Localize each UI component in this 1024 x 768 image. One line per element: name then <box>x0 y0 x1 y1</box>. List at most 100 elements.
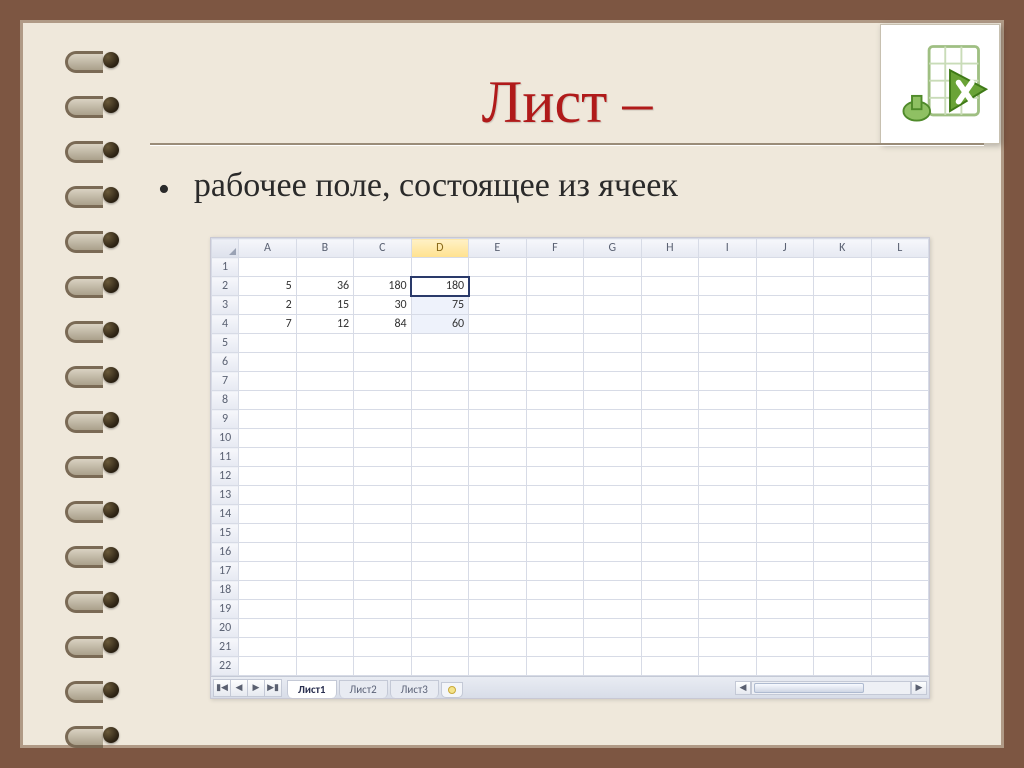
select-all-corner[interactable] <box>212 239 239 258</box>
column-header[interactable]: F <box>526 239 583 258</box>
cell[interactable] <box>354 486 411 505</box>
tab-nav-first-button[interactable]: ▮◀ <box>213 679 231 697</box>
cell[interactable] <box>699 581 756 600</box>
cell[interactable] <box>526 334 583 353</box>
cell[interactable] <box>814 619 871 638</box>
cell[interactable] <box>469 486 526 505</box>
cell[interactable] <box>526 467 583 486</box>
cell[interactable] <box>526 277 583 296</box>
cell[interactable] <box>814 600 871 619</box>
cell[interactable] <box>584 562 641 581</box>
cell[interactable] <box>296 657 353 676</box>
cell[interactable] <box>239 543 296 562</box>
cell[interactable] <box>584 258 641 277</box>
cell[interactable] <box>469 619 526 638</box>
cell[interactable] <box>239 258 296 277</box>
cell[interactable] <box>871 296 929 315</box>
cell[interactable] <box>296 448 353 467</box>
cell[interactable] <box>354 410 411 429</box>
cell[interactable] <box>526 562 583 581</box>
cell[interactable] <box>526 353 583 372</box>
cell[interactable] <box>584 581 641 600</box>
cell[interactable] <box>641 391 698 410</box>
cell[interactable]: 12 <box>296 315 353 334</box>
cell[interactable] <box>354 638 411 657</box>
cell[interactable] <box>469 581 526 600</box>
cell[interactable] <box>814 334 871 353</box>
scroll-right-button[interactable]: ▶ <box>911 681 927 695</box>
cell[interactable] <box>814 353 871 372</box>
cell[interactable] <box>469 429 526 448</box>
row-header[interactable]: 14 <box>212 505 239 524</box>
cell[interactable] <box>871 372 929 391</box>
cell[interactable] <box>699 524 756 543</box>
cell[interactable] <box>641 315 698 334</box>
cell[interactable] <box>526 581 583 600</box>
cell[interactable] <box>641 448 698 467</box>
cell[interactable] <box>756 486 813 505</box>
column-header[interactable]: K <box>814 239 871 258</box>
cell[interactable] <box>814 296 871 315</box>
cell[interactable] <box>526 543 583 562</box>
cell[interactable] <box>814 581 871 600</box>
cell[interactable]: 75 <box>411 296 468 315</box>
cell[interactable] <box>296 486 353 505</box>
cell[interactable] <box>354 467 411 486</box>
cell[interactable] <box>526 448 583 467</box>
cell[interactable] <box>526 391 583 410</box>
cell[interactable] <box>526 296 583 315</box>
cell[interactable] <box>584 391 641 410</box>
cell[interactable] <box>469 657 526 676</box>
horizontal-scrollbar[interactable]: ◀ ▶ <box>735 679 929 697</box>
cell[interactable]: 5 <box>239 277 296 296</box>
row-header[interactable]: 20 <box>212 619 239 638</box>
cell[interactable] <box>871 315 929 334</box>
cell[interactable] <box>871 353 929 372</box>
cell[interactable] <box>584 524 641 543</box>
cell[interactable] <box>411 391 468 410</box>
cell[interactable] <box>871 429 929 448</box>
cell[interactable] <box>756 277 813 296</box>
cell[interactable] <box>469 277 526 296</box>
cell[interactable] <box>239 391 296 410</box>
column-header[interactable]: H <box>641 239 698 258</box>
cell[interactable] <box>584 638 641 657</box>
cell[interactable] <box>239 486 296 505</box>
cell[interactable] <box>469 467 526 486</box>
cell[interactable] <box>469 543 526 562</box>
cell[interactable] <box>411 657 468 676</box>
cell[interactable] <box>354 353 411 372</box>
row-header[interactable]: 7 <box>212 372 239 391</box>
row-header[interactable]: 2 <box>212 277 239 296</box>
cell[interactable] <box>526 600 583 619</box>
cell[interactable] <box>469 524 526 543</box>
column-header[interactable]: B <box>296 239 353 258</box>
sheet-tab[interactable]: Лист3 <box>390 680 439 698</box>
cell[interactable] <box>469 638 526 657</box>
row-header[interactable]: 19 <box>212 600 239 619</box>
cell[interactable] <box>411 562 468 581</box>
cell[interactable] <box>814 410 871 429</box>
cell[interactable] <box>411 334 468 353</box>
cell[interactable]: 36 <box>296 277 353 296</box>
cell[interactable] <box>814 315 871 334</box>
cell[interactable] <box>296 600 353 619</box>
cell[interactable] <box>814 258 871 277</box>
cell[interactable] <box>296 581 353 600</box>
cell[interactable] <box>584 315 641 334</box>
cell[interactable]: 84 <box>354 315 411 334</box>
cell[interactable] <box>641 334 698 353</box>
cell[interactable] <box>584 334 641 353</box>
cell[interactable] <box>296 467 353 486</box>
cell[interactable] <box>584 486 641 505</box>
cell[interactable] <box>699 619 756 638</box>
cell[interactable] <box>699 657 756 676</box>
cell[interactable] <box>871 600 929 619</box>
cell[interactable] <box>239 619 296 638</box>
cell[interactable] <box>526 258 583 277</box>
cell[interactable] <box>641 296 698 315</box>
cell[interactable]: 2 <box>239 296 296 315</box>
cell[interactable] <box>584 372 641 391</box>
scroll-left-button[interactable]: ◀ <box>735 681 751 695</box>
cell[interactable] <box>584 353 641 372</box>
